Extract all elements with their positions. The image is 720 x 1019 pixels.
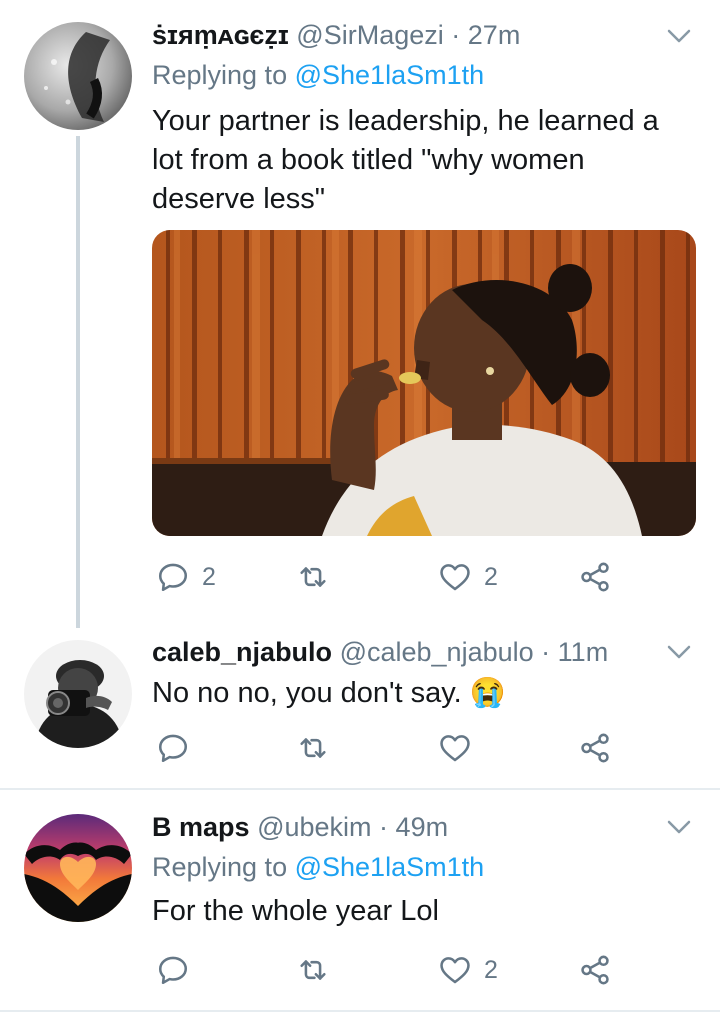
like-button[interactable] — [438, 728, 484, 768]
share-button[interactable] — [578, 728, 612, 768]
retweet-button[interactable] — [296, 557, 342, 597]
reply-button[interactable]: 2 — [156, 557, 216, 597]
replying-label: Replying to — [152, 60, 288, 90]
avatar-bmaps[interactable] — [24, 814, 132, 922]
avatar-sirmagezi[interactable] — [24, 22, 132, 130]
separator-dot: · — [379, 812, 389, 842]
display-name[interactable]: B maps — [152, 812, 250, 842]
tweet-text: No no no, you don't say. 😭 — [152, 674, 682, 713]
mention-link[interactable]: @She1laSm1th — [295, 60, 485, 90]
share-icon — [581, 562, 609, 592]
user-handle[interactable]: @SirMagezi — [296, 20, 443, 50]
like-button[interactable]: 2 — [438, 950, 498, 990]
avatar-caleb[interactable] — [24, 640, 132, 748]
tweet-image[interactable] — [152, 230, 696, 536]
replying-to: Replying to @She1laSm1th — [152, 850, 484, 884]
tweet-actions: 2 2 — [152, 557, 622, 597]
tweet-bmaps[interactable]: B maps @ubekim · 49m Replying to @She1la… — [0, 790, 720, 1009]
timestamp[interactable]: 11m — [558, 637, 609, 667]
tweet-text-body: No no no, you don't say. — [152, 677, 462, 709]
tweet-text: For the whole year Lol — [152, 895, 439, 927]
tweet-actions: 2 — [152, 950, 622, 990]
thread-line — [76, 136, 80, 628]
display-name[interactable]: ṡɪяṃᴀɢєẓɪ — [152, 20, 289, 50]
reply-button[interactable] — [156, 728, 202, 768]
crying-face-emoji: 😭 — [469, 677, 506, 709]
share-button[interactable] — [578, 950, 612, 990]
tweet-header: B maps @ubekim · 49m — [152, 810, 448, 844]
share-icon — [581, 733, 609, 763]
like-icon — [440, 957, 470, 984]
retweet-button[interactable] — [296, 950, 342, 990]
replying-label: Replying to — [152, 852, 288, 882]
replying-to: Replying to @She1laSm1th — [152, 58, 484, 92]
share-icon — [581, 955, 609, 985]
tweet-sirmagezi[interactable]: ṡɪяṃᴀɢєẓɪ @SirMagezi · 27m Replying to @… — [0, 0, 720, 630]
like-count: 2 — [484, 955, 498, 984]
tweet-actions — [152, 728, 622, 768]
separator-dot: · — [541, 637, 551, 667]
tweet-header: caleb_njabulo @caleb_njabulo · 11m — [152, 635, 608, 669]
like-button[interactable]: 2 — [438, 557, 498, 597]
chevron-down-icon[interactable] — [666, 817, 692, 837]
timestamp[interactable]: 49m — [396, 812, 449, 842]
reply-count: 2 — [202, 562, 216, 591]
tweet-header: ṡɪяṃᴀɢєẓɪ @SirMagezi · 27m — [152, 18, 520, 52]
tweet-divider — [0, 1010, 720, 1012]
retweet-button[interactable] — [296, 728, 342, 768]
user-handle[interactable]: @caleb_njabulo — [340, 637, 534, 667]
reply-icon — [158, 563, 188, 592]
timestamp[interactable]: 27m — [468, 20, 521, 50]
reply-icon — [158, 734, 188, 763]
share-button[interactable] — [578, 557, 612, 597]
separator-dot: · — [451, 20, 461, 50]
tweet-text: Your partner is leadership, he learned a… — [152, 105, 659, 215]
like-icon — [440, 564, 470, 591]
user-handle[interactable]: @ubekim — [257, 812, 371, 842]
reply-button[interactable] — [156, 950, 202, 990]
mention-link[interactable]: @She1laSm1th — [295, 852, 485, 882]
display-name[interactable]: caleb_njabulo — [152, 637, 332, 667]
tweet-caleb[interactable]: caleb_njabulo @caleb_njabulo · 11m No no… — [0, 630, 720, 788]
retweet-icon — [300, 567, 326, 587]
like-count: 2 — [484, 562, 498, 591]
chevron-down-icon[interactable] — [666, 26, 692, 46]
retweet-icon — [300, 960, 326, 980]
like-icon — [440, 735, 470, 762]
chevron-down-icon[interactable] — [666, 642, 692, 662]
reply-icon — [158, 956, 188, 985]
retweet-icon — [300, 738, 326, 758]
